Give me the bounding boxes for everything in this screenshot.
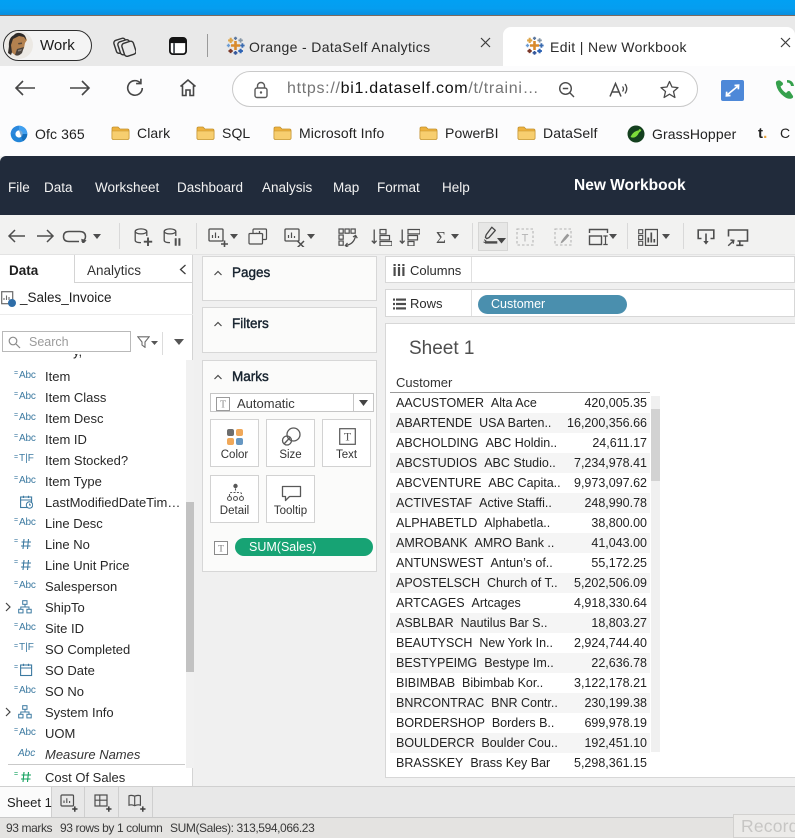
svg-text:T: T [220, 399, 226, 410]
svg-text:T: T [344, 430, 352, 444]
svg-text:T: T [522, 233, 529, 245]
svg-text:Σ: Σ [436, 228, 446, 246]
svg-text:T: T [218, 545, 224, 555]
